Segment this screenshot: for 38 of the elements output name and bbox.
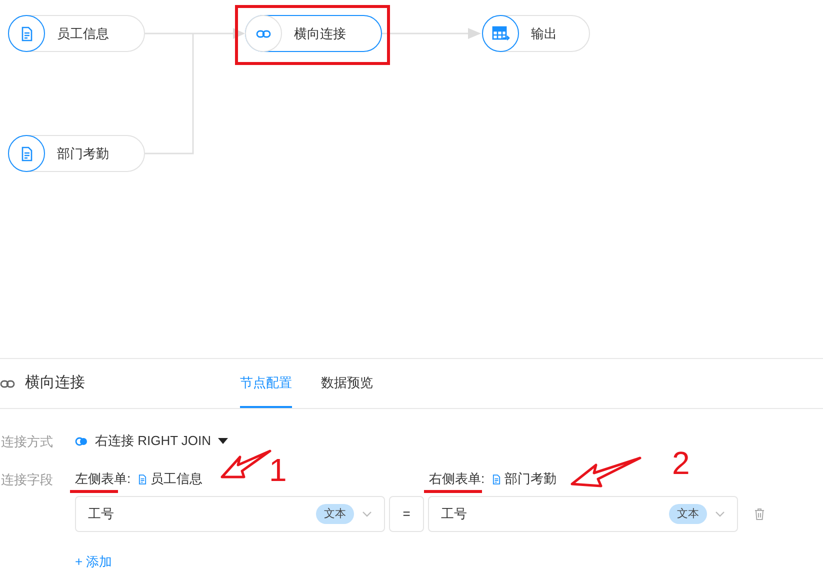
flow-node[interactable]: 横向连接 [245, 15, 382, 52]
document-icon [136, 474, 148, 484]
node-label: 输出 [531, 24, 557, 43]
field-select[interactable]: 工号 文本 [428, 496, 738, 532]
annotation-arrow [220, 450, 272, 478]
table-name: 员工信息 [150, 470, 203, 488]
flow-node[interactable]: 部门考勤 [8, 135, 145, 172]
trash-icon[interactable] [754, 508, 765, 520]
node-label: 员工信息 [57, 24, 109, 43]
annotation-arrow [570, 456, 642, 488]
document-icon [490, 474, 502, 484]
type-tag: 文本 [316, 504, 354, 524]
field-select[interactable]: 工号 文本 [75, 496, 385, 532]
link-icon [256, 28, 271, 38]
caret-down-icon [218, 438, 228, 444]
table-name: 部门考勤 [504, 470, 557, 488]
form-label: 连接字段 [1, 470, 54, 488]
field-value: 工号 [441, 505, 468, 524]
flow-node[interactable]: 员工信息 [8, 15, 145, 52]
underline-mark [70, 490, 118, 493]
node-label: 部门考勤 [57, 144, 109, 163]
link-icon [0, 378, 15, 388]
chevron-down-icon [362, 511, 372, 517]
chevron-down-icon [715, 511, 725, 517]
table-side-label: 右侧表单: [429, 470, 485, 488]
table-side-label: 左侧表单: [75, 470, 131, 488]
type-tag: 文本 [669, 504, 707, 524]
underline-mark [424, 490, 482, 493]
node-label: 横向连接 [294, 24, 346, 43]
flow-node[interactable]: 输出 [482, 15, 590, 52]
join-icon [75, 436, 88, 446]
equals-sign: = [389, 496, 424, 532]
form-label: 连接方式 [1, 433, 54, 451]
table-icon [492, 26, 510, 42]
annotation-number: 1 [269, 454, 287, 486]
tab[interactable]: 数据预览 [321, 359, 373, 408]
field-value: 工号 [88, 505, 115, 524]
panel-title: 横向连接 [25, 373, 85, 394]
